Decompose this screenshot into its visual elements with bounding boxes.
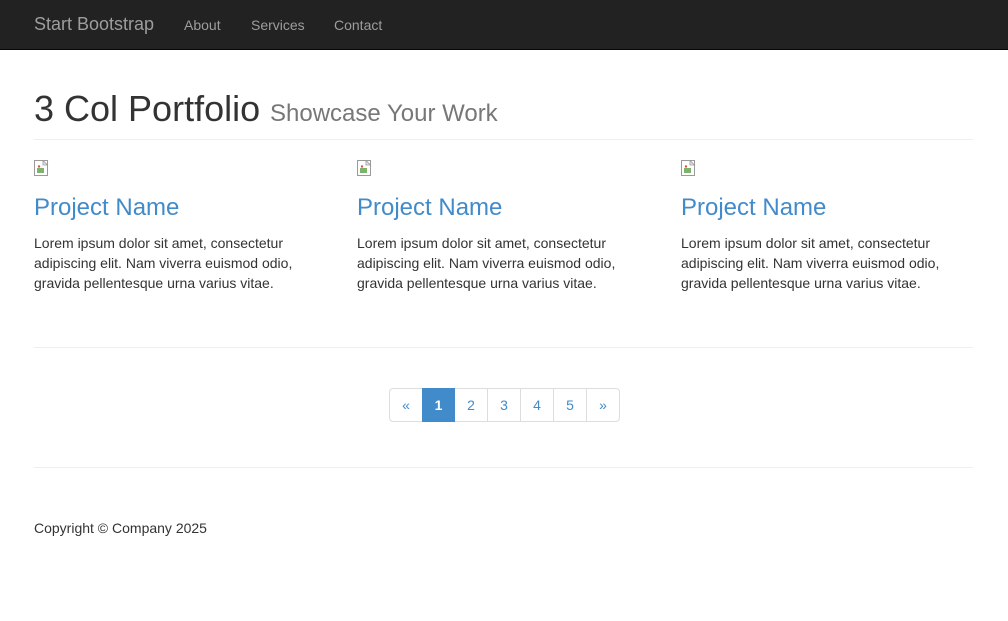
divider: [34, 347, 973, 348]
divider: [34, 467, 973, 468]
footer-copyright: Copyright © Company 2025: [34, 520, 207, 536]
pagination-page-3[interactable]: 3: [487, 388, 521, 422]
pagination-page-2[interactable]: 2: [454, 388, 488, 422]
project-name-link[interactable]: Project Name: [34, 194, 179, 222]
broken-image-icon[interactable]: [681, 160, 697, 176]
pagination-page-5[interactable]: 5: [553, 388, 587, 422]
project-description: Lorem ipsum dolor sit amet, consectetur …: [357, 235, 616, 291]
broken-image-icon[interactable]: [34, 160, 50, 176]
pagination-prev[interactable]: «: [389, 388, 423, 422]
pagination-page-1[interactable]: 1: [422, 388, 455, 422]
project-name-link[interactable]: Project Name: [681, 194, 826, 222]
project-description: Lorem ipsum dolor sit amet, consectetur …: [681, 235, 940, 291]
broken-image-icon[interactable]: [357, 160, 373, 176]
page-title: 3 Col Portfolio: [34, 88, 261, 129]
nav-link-about[interactable]: About: [184, 17, 221, 33]
page-subtitle: Showcase Your Work: [270, 100, 498, 127]
pagination: « 1 2 3 4 5 »: [389, 388, 620, 422]
nav-link-services[interactable]: Services: [251, 17, 305, 33]
page-header: 3 Col Portfolio Showcase Your Work: [34, 86, 973, 140]
pagination-next[interactable]: »: [586, 388, 620, 422]
nav-link-contact[interactable]: Contact: [334, 17, 382, 33]
navbar-brand[interactable]: Start Bootstrap: [34, 14, 154, 35]
project-name-link[interactable]: Project Name: [357, 194, 502, 222]
project-description: Lorem ipsum dolor sit amet, consectetur …: [34, 235, 293, 291]
pagination-page-4[interactable]: 4: [520, 388, 554, 422]
top-navbar: Start Bootstrap About Services Contact: [0, 0, 1008, 50]
